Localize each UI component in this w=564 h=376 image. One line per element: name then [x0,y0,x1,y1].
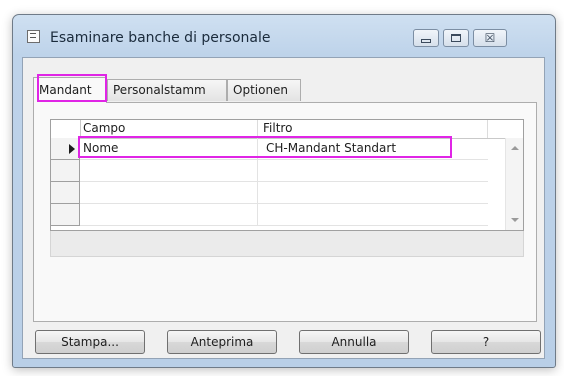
title-bar[interactable]: Esaminare banche di personale ☒ [13,15,555,51]
vertical-scrollbar[interactable] [505,138,523,230]
cell-campo[interactable] [80,204,258,226]
cell-filtro[interactable] [258,160,488,182]
table-row[interactable] [51,204,503,226]
row-selector-header [51,120,81,138]
minimize-button[interactable] [413,29,439,47]
dialog-window: Esaminare banche di personale ☒ Mandant … [12,14,556,368]
window-icon [27,30,40,43]
row-selector[interactable] [51,204,80,226]
row-selector[interactable] [51,138,80,160]
close-icon: ☒ [484,31,496,45]
tab-mandant[interactable]: Mandant [33,77,107,103]
dialog-client-area: Mandant Personalstamm Optionen Campo Fil… [22,57,545,359]
cell-campo[interactable] [80,182,258,204]
scroll-up-icon[interactable] [511,146,519,150]
close-button[interactable]: ☒ [473,29,507,47]
column-divider [257,120,258,138]
maximize-button[interactable] [443,29,469,47]
cancel-button[interactable]: Annulla [299,330,409,354]
cell-campo[interactable]: Nome [80,138,258,160]
table-row[interactable] [51,182,503,204]
cell-filtro[interactable] [258,182,488,204]
minimize-icon [421,38,431,43]
tab-personalstamm[interactable]: Personalstamm [107,79,227,101]
help-button[interactable]: ? [431,330,541,354]
tab-optionen[interactable]: Optionen [227,79,301,101]
table-row[interactable] [51,160,503,182]
column-header-filtro[interactable]: Filtro [263,120,292,138]
column-header-campo[interactable]: Campo [83,120,125,138]
row-selector[interactable] [51,182,80,204]
maximize-icon [451,34,461,42]
cell-filtro[interactable]: CH-Mandant Standart [258,138,488,160]
scroll-down-icon[interactable] [511,218,519,222]
tab-panel-mandant: Campo Filtro Nome CH-Mandant Standart [33,102,537,322]
filter-grid: Campo Filtro Nome CH-Mandant Standart [50,119,524,231]
grid-header: Campo Filtro [51,120,523,139]
cell-filtro[interactable] [258,204,488,226]
grid-footer-area [50,231,524,257]
column-divider [487,120,488,138]
print-button[interactable]: Stampa... [35,330,145,354]
table-row[interactable]: Nome CH-Mandant Standart [51,138,503,160]
row-selector[interactable] [51,160,80,182]
preview-button[interactable]: Anteprima [167,330,277,354]
current-row-arrow-icon [69,144,75,154]
cell-campo[interactable] [80,160,258,182]
window-title: Esaminare banche di personale [50,30,271,46]
